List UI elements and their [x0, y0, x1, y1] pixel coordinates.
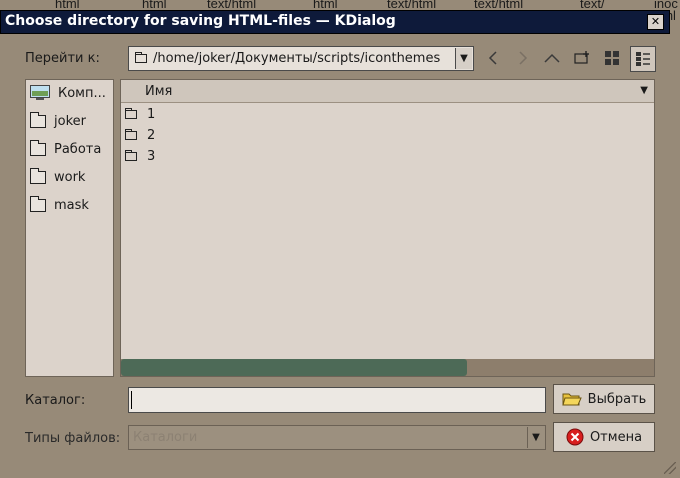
- up-arrow-icon: [544, 53, 560, 63]
- text-caret: [131, 391, 132, 409]
- grid-view-icon: [605, 51, 619, 65]
- goto-label: Перейти к:: [25, 51, 100, 66]
- folder-icon: [30, 139, 46, 156]
- list-item[interactable]: 3: [125, 147, 155, 165]
- close-button[interactable]: ✕: [647, 14, 664, 30]
- sort-chevron-down-icon: ▼: [640, 85, 648, 96]
- filetypes-combobox[interactable]: Каталоги ▼: [128, 425, 546, 450]
- path-combobox[interactable]: /home/joker/Документы/scripts/iconthemes…: [128, 46, 474, 71]
- catalog-label: Каталог:: [25, 393, 86, 408]
- folder-icon: [125, 149, 137, 161]
- icon-view-button[interactable]: [600, 46, 624, 70]
- new-folder-icon: [574, 51, 589, 64]
- place-mask[interactable]: mask: [30, 194, 89, 216]
- folder-icon: [30, 167, 46, 184]
- column-header[interactable]: Имя ▼: [121, 80, 654, 103]
- file-list[interactable]: Имя ▼ 1 2 3: [120, 79, 655, 377]
- catalog-input[interactable]: [128, 387, 546, 413]
- computer-icon: [30, 85, 50, 100]
- window-title: Choose directory for saving HTML-files —…: [5, 13, 396, 29]
- list-view-icon: [636, 52, 650, 66]
- forward-button[interactable]: [511, 46, 535, 70]
- place-work[interactable]: work: [30, 166, 85, 188]
- scrollbar-thumb[interactable]: [121, 359, 467, 376]
- list-item-label: 3: [147, 148, 156, 164]
- back-button[interactable]: [481, 46, 505, 70]
- filetypes-label: Типы файлов:: [25, 431, 121, 446]
- path-value: /home/joker/Документы/scripts/iconthemes: [153, 51, 441, 66]
- detail-view-button[interactable]: [630, 46, 656, 72]
- places-panel: Комп... joker Работа work mask: [25, 79, 114, 377]
- open-folder-icon: [562, 393, 582, 406]
- folder-icon: [30, 111, 46, 128]
- back-icon: [488, 51, 497, 65]
- resize-grip[interactable]: [664, 462, 676, 474]
- cancel-icon: [566, 428, 584, 446]
- cancel-button[interactable]: Отмена: [553, 422, 655, 452]
- folder-icon: [125, 107, 137, 119]
- place-label: Работа: [54, 141, 102, 157]
- select-button[interactable]: Выбрать: [553, 384, 655, 414]
- select-button-label: Выбрать: [587, 391, 647, 407]
- list-item-label: 2: [147, 127, 156, 143]
- place-label: mask: [54, 197, 89, 213]
- new-folder-button[interactable]: [570, 46, 594, 70]
- list-item[interactable]: 1: [125, 105, 155, 123]
- chevron-down-icon[interactable]: ▼: [527, 427, 544, 448]
- place-label: joker: [54, 113, 86, 129]
- folder-icon: [125, 128, 137, 140]
- close-icon: ✕: [650, 15, 661, 28]
- list-item[interactable]: 2: [125, 126, 155, 144]
- forward-icon: [519, 51, 528, 65]
- filetypes-value: Каталоги: [133, 430, 198, 445]
- up-button[interactable]: [540, 46, 564, 70]
- folder-icon: [30, 195, 46, 212]
- place-rabota[interactable]: Работа: [30, 138, 101, 160]
- horizontal-scrollbar[interactable]: [121, 359, 654, 376]
- place-label: Комп...: [58, 85, 106, 101]
- window-titlebar[interactable]: Choose directory for saving HTML-files —…: [0, 10, 670, 34]
- chevron-down-icon[interactable]: ▼: [455, 48, 472, 69]
- cancel-button-label: Отмена: [589, 429, 643, 445]
- folder-icon: [135, 52, 147, 63]
- place-label: work: [54, 169, 86, 185]
- list-item-label: 1: [147, 106, 156, 122]
- place-joker[interactable]: joker: [30, 110, 86, 132]
- place-computer[interactable]: Комп...: [30, 82, 106, 104]
- column-name-label: Имя: [145, 84, 173, 99]
